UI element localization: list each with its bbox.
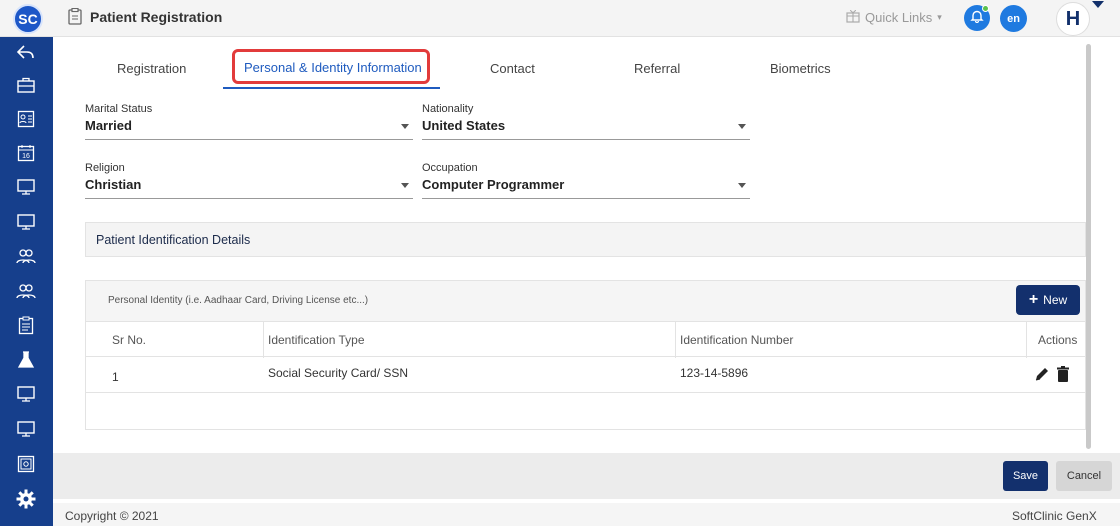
save-button[interactable]: Save	[1003, 461, 1048, 491]
chevron-down-icon[interactable]	[738, 124, 746, 129]
sr-no-cell: 1	[112, 370, 119, 384]
quick-links-dropdown[interactable]: Quick Links ▾	[846, 9, 942, 26]
language-button[interactable]: en	[1000, 5, 1027, 32]
notifications-button[interactable]	[964, 5, 990, 31]
column-header: Sr No.	[112, 333, 147, 347]
chevron-down-icon: ▾	[937, 12, 942, 22]
users-icon[interactable]	[14, 279, 38, 303]
users-icon[interactable]	[14, 244, 38, 268]
trash-icon[interactable]	[1055, 365, 1073, 383]
marital-status-label: Marital Status	[85, 103, 153, 115]
gear-icon[interactable]	[14, 487, 38, 511]
occupation-value: Computer Programmer	[422, 177, 565, 192]
clipboard-icon	[68, 7, 82, 25]
edit-icon[interactable]	[1033, 365, 1051, 383]
tab-contact[interactable]: Contact	[490, 61, 535, 76]
brand-text: SoftClinic GenX	[1012, 509, 1097, 523]
clipboard-icon[interactable]	[14, 313, 38, 337]
monitor-icon[interactable]	[14, 382, 38, 406]
monitor-icon[interactable]	[14, 210, 38, 234]
religion-select[interactable]: Religion Christian	[85, 162, 413, 199]
monitor-icon[interactable]	[14, 175, 38, 199]
field-underline	[422, 198, 750, 199]
marital-status-value: Married	[85, 118, 132, 133]
marital-status-select[interactable]: Marital Status Married	[85, 103, 413, 140]
table-row[interactable]: 1 Social Security Card/ SSN 123-14-5896	[86, 357, 1085, 393]
sidebar: 16	[0, 37, 53, 526]
column-header: Actions	[1038, 333, 1078, 347]
notification-dot	[982, 5, 989, 12]
identity-panel-label: Personal Identity (i.e. Aadhaar Card, Dr…	[108, 295, 369, 306]
bell-icon	[970, 9, 984, 28]
chevron-down-icon[interactable]	[401, 183, 409, 188]
plus-icon: +	[1028, 291, 1039, 308]
briefcase-icon[interactable]	[14, 73, 38, 97]
monitor-icon[interactable]	[14, 417, 38, 441]
section-title: Patient Identification Details	[96, 233, 251, 247]
tab-registration[interactable]: Registration	[117, 61, 186, 76]
vertical-scrollbar[interactable]	[1086, 44, 1091, 449]
action-bar	[53, 453, 1120, 499]
occupation-select[interactable]: Occupation Computer Programmer	[422, 162, 750, 199]
identification-type-cell: Social Security Card/ SSN	[268, 366, 409, 380]
id-card-icon[interactable]	[14, 107, 38, 131]
identification-panel-header: Personal Identity (i.e. Aadhaar Card, Dr…	[86, 281, 1085, 321]
footer	[53, 503, 1120, 526]
column-divider	[1026, 322, 1027, 358]
chevron-down-icon[interactable]	[401, 124, 409, 129]
cancel-button[interactable]: Cancel	[1056, 461, 1112, 491]
quick-links-label: Quick Links	[865, 10, 933, 25]
app-logo[interactable]: SC	[13, 4, 43, 34]
tab-referral[interactable]: Referral	[634, 61, 680, 76]
page-title: Patient Registration	[90, 9, 223, 25]
calendar-icon[interactable]: 16	[14, 141, 38, 165]
tab-biometrics[interactable]: Biometrics	[770, 61, 831, 76]
hospital-avatar[interactable]: H	[1056, 2, 1090, 36]
chevron-down-icon[interactable]	[738, 183, 746, 188]
nationality-value: United States	[422, 118, 506, 133]
nationality-select[interactable]: Nationality United States	[422, 103, 750, 140]
column-divider	[675, 322, 676, 358]
new-identity-button[interactable]: + New	[1016, 285, 1080, 315]
flask-icon[interactable]	[14, 348, 38, 372]
column-header: Identification Number	[680, 333, 794, 347]
field-underline	[85, 139, 413, 140]
religion-value: Christian	[85, 177, 142, 192]
back-arrow-icon[interactable]	[14, 40, 38, 64]
nationality-label: Nationality	[422, 103, 474, 115]
new-button-label: New	[1043, 293, 1068, 307]
svg-text:16: 16	[22, 153, 30, 160]
field-underline	[85, 198, 413, 199]
identification-section-header: Patient Identification Details	[85, 222, 1086, 257]
identification-panel: Personal Identity (i.e. Aadhaar Card, Dr…	[85, 280, 1086, 430]
religion-label: Religion	[85, 162, 125, 174]
tab-personal-identity[interactable]: Personal & Identity Information	[244, 60, 422, 75]
identification-number-cell: 123-14-5896	[680, 366, 749, 380]
caret-down-icon[interactable]	[1092, 1, 1104, 8]
occupation-label: Occupation	[422, 162, 478, 174]
copyright-text: Copyright © 2021	[65, 509, 159, 523]
field-underline	[422, 139, 750, 140]
safe-icon[interactable]	[14, 452, 38, 476]
column-header: Identification Type	[268, 333, 365, 347]
table-header: Sr No. Identification Type Identificatio…	[86, 321, 1085, 358]
quick-links-icon	[846, 9, 860, 26]
column-divider	[263, 322, 264, 358]
active-tab-indicator	[223, 87, 440, 89]
